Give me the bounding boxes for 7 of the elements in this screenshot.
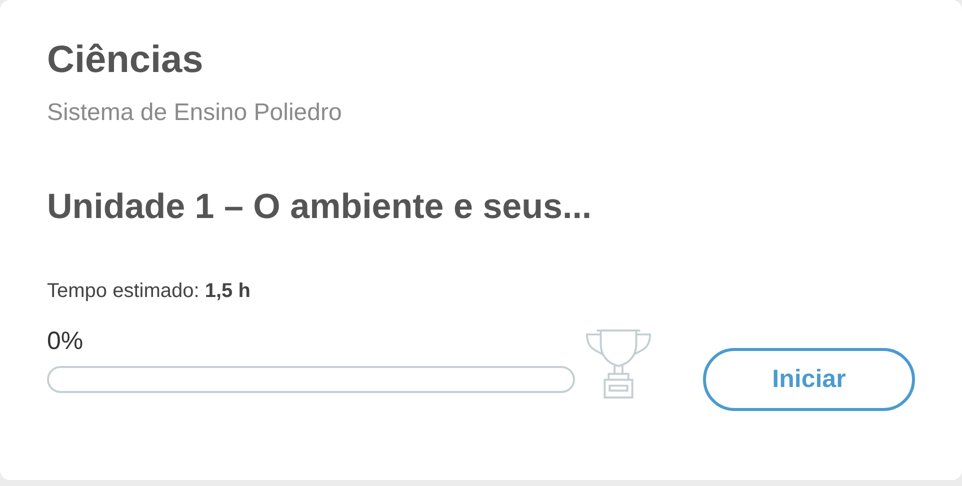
progress-percentage: 0%: [47, 326, 84, 356]
estimated-time: Tempo estimado: 1,5 h: [47, 279, 252, 304]
course-title: Ciências: [47, 38, 204, 82]
start-button[interactable]: Iniciar: [703, 348, 915, 411]
trophy-icon: [585, 328, 652, 400]
course-subtitle: Sistema de Ensino Poliedro: [47, 98, 343, 128]
unit-title: Unidade 1 – O ambiente e seus...: [47, 186, 593, 228]
